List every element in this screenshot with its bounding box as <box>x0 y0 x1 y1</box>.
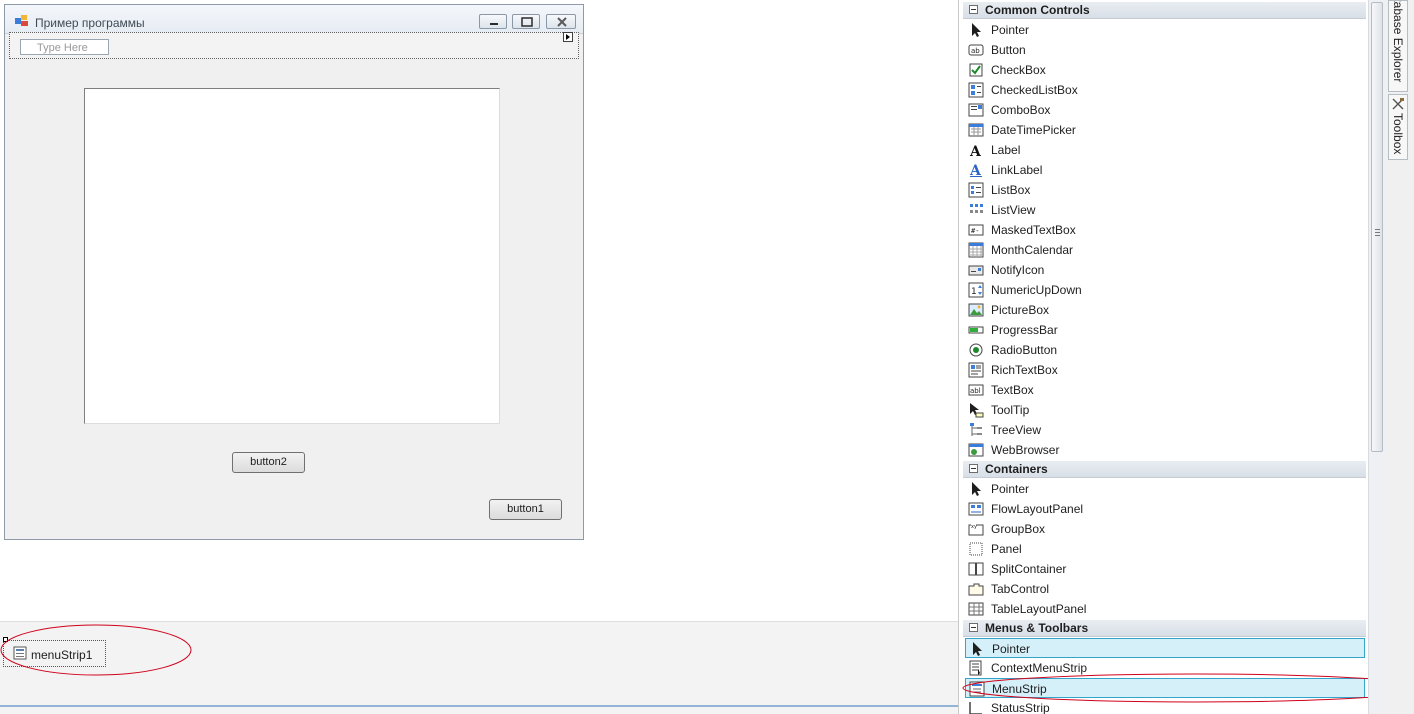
scrollbar-thumb[interactable] <box>1371 2 1383 452</box>
form-designer-surface[interactable]: Пример программы Type Here button2 butto… <box>0 0 958 620</box>
maximize-button[interactable] <box>512 14 540 29</box>
minimize-icon <box>490 23 498 25</box>
button2[interactable]: button2 <box>232 452 305 473</box>
form-title-bar[interactable]: Пример программы <box>5 5 583 34</box>
close-icon <box>557 17 567 27</box>
form-title: Пример программы <box>35 16 145 30</box>
minimize-button[interactable] <box>479 14 507 29</box>
tab-toolbox-label: Toolbox <box>1391 113 1405 155</box>
menustrip-designer-bar[interactable]: Type Here <box>9 32 579 59</box>
toolbox-panel[interactable]: Common Controls Pointer ab Button CheckBox Ch… <box>958 0 1368 714</box>
tab-database-explorer-label: Database Explorer <box>1391 0 1405 83</box>
type-here-menu-placeholder[interactable]: Type Here <box>20 39 109 55</box>
tab-toolbox[interactable]: Toolbox <box>1388 94 1408 160</box>
tray-footer <box>0 707 958 714</box>
side-tab-strip: Database Explorer Toolbox <box>1385 0 1414 714</box>
component-tray[interactable]: menuStrip1 <box>0 621 958 706</box>
designed-form-window[interactable]: Пример программы Type Here button2 butto… <box>4 4 584 540</box>
tab-database-explorer[interactable]: Database Explorer <box>1388 0 1408 92</box>
form-app-icon <box>15 15 28 26</box>
button1[interactable]: button1 <box>489 499 562 520</box>
toolbox-scrollbar[interactable] <box>1368 0 1385 714</box>
grip-icon <box>1375 229 1380 236</box>
smart-tag-glyph-icon[interactable] <box>563 32 573 42</box>
close-button[interactable] <box>546 14 576 29</box>
maximize-icon <box>521 17 533 27</box>
annotation-ellipse <box>962 673 1368 703</box>
toolbox-tab-icon <box>1392 98 1404 110</box>
annotation-ellipse <box>0 624 192 676</box>
textbox-control[interactable] <box>84 88 500 424</box>
